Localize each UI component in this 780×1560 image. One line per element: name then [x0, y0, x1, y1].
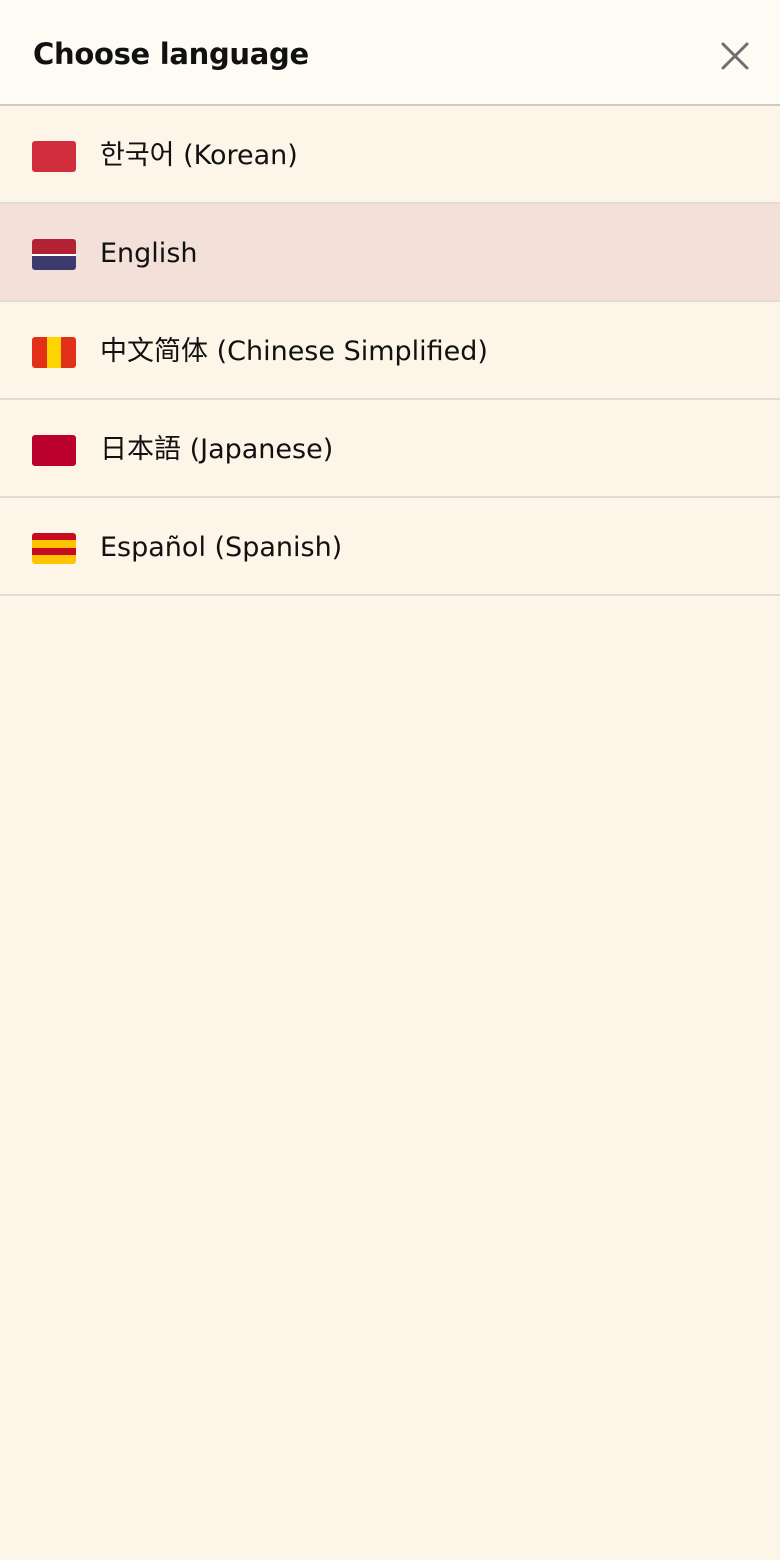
japan-flag-icon	[32, 435, 76, 466]
language-option-korean[interactable]: 한국어 (Korean)	[0, 106, 780, 204]
close-icon	[721, 42, 749, 70]
korea-flag-icon	[32, 141, 76, 172]
dialog-header: Choose language	[0, 0, 780, 106]
close-button[interactable]	[714, 35, 756, 77]
language-label: English	[100, 238, 198, 269]
dialog-title: Choose language	[33, 37, 309, 71]
language-option-chinese[interactable]: 中文简体 (Chinese Simplified)	[0, 302, 780, 400]
english-flag-icon	[32, 239, 76, 270]
language-label: Español (Spanish)	[100, 532, 343, 563]
language-label: 한국어 (Korean)	[100, 140, 298, 171]
language-option-spanish[interactable]: Español (Spanish)	[0, 498, 780, 596]
spain-flag-icon	[32, 533, 76, 564]
language-option-japanese[interactable]: 日本語 (Japanese)	[0, 400, 780, 498]
language-option-english[interactable]: English	[0, 204, 780, 302]
chinese-flag-icon	[32, 337, 76, 368]
language-label: 日本語 (Japanese)	[100, 434, 334, 465]
language-list: 한국어 (Korean) English 中文简体 (Chinese Simpl…	[0, 106, 780, 596]
language-label: 中文简体 (Chinese Simplified)	[100, 336, 488, 367]
